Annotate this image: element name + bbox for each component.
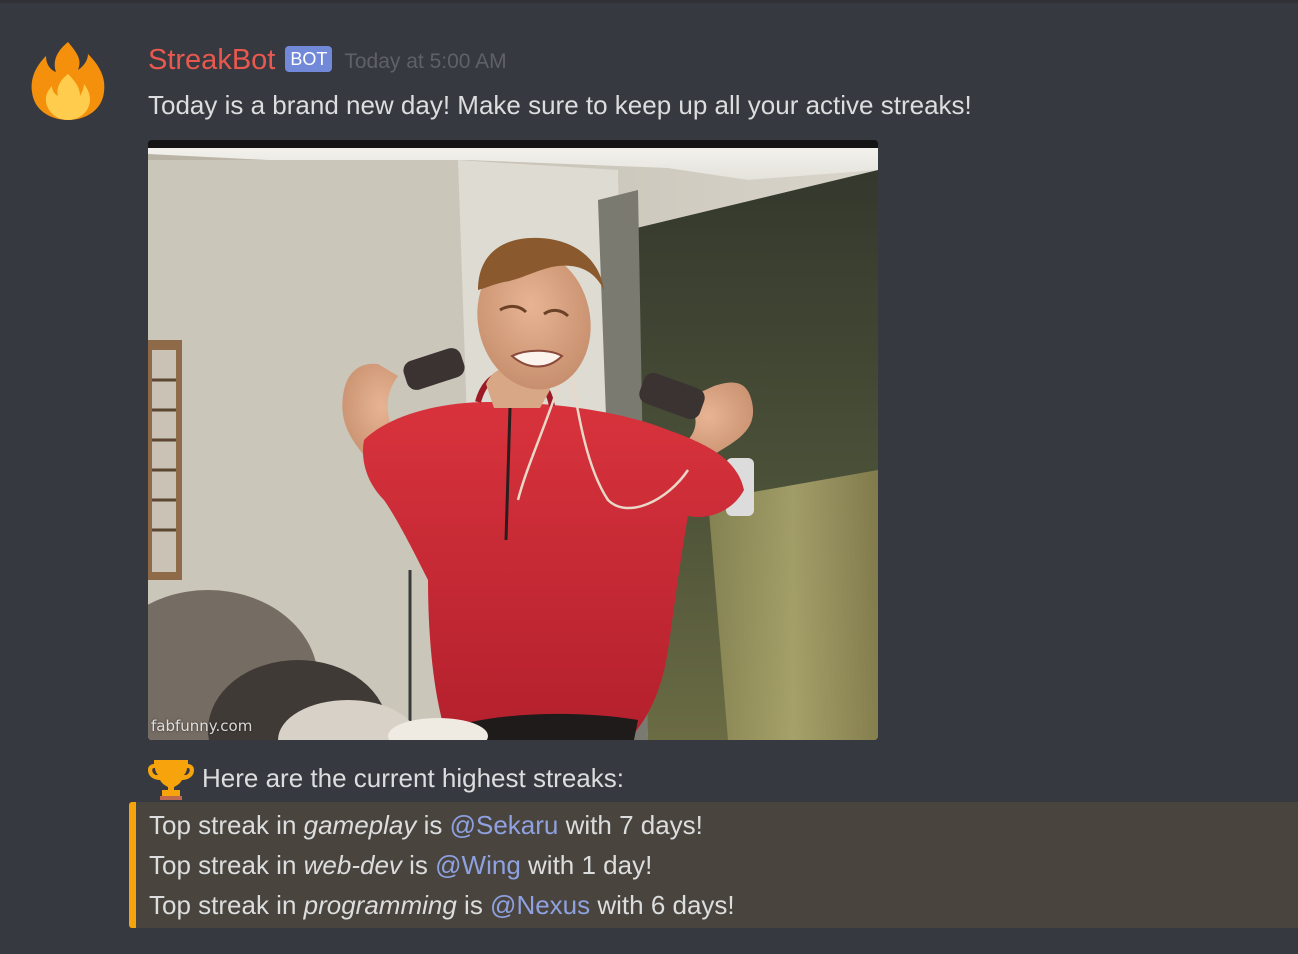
streak-suffix: with 7 days! xyxy=(558,810,703,840)
user-mention-nexus[interactable]: @Nexus xyxy=(490,890,590,920)
streak-row-gameplay: Top streak in gameplay is @Sekaru with 7… xyxy=(149,810,703,841)
channel-name: programming xyxy=(303,890,457,920)
message-content: Today is a brand new day! Make sure to k… xyxy=(148,90,972,120)
gif-scene-image xyxy=(148,140,878,740)
streak-is: is xyxy=(401,850,436,880)
streak-prefix: Top streak in xyxy=(149,810,304,840)
channel-name: gameplay xyxy=(303,810,417,840)
username[interactable]: StreakBot xyxy=(148,44,275,77)
streak-prefix: Top streak in xyxy=(149,890,304,920)
gif-watermark: fabfunny.com xyxy=(151,717,253,735)
timestamp[interactable]: Today at 5:00 AM xyxy=(344,50,506,74)
streak-row-web-dev: Top streak in web-dev is @Wing with 1 da… xyxy=(149,850,652,881)
fire-icon[interactable] xyxy=(26,38,110,122)
streaks-intro-text: Here are the current highest streaks: xyxy=(202,762,624,793)
gif-embed[interactable]: fabfunny.com xyxy=(148,140,878,740)
streak-suffix: with 1 day! xyxy=(520,850,653,880)
streaks-intro: Here are the current highest streaks: xyxy=(148,756,624,800)
streak-prefix: Top streak in xyxy=(149,850,304,880)
streak-is: is xyxy=(416,810,450,840)
streak-suffix: with 6 days! xyxy=(590,890,735,920)
message-header: StreakBot BOT Today at 5:00 AM xyxy=(148,40,507,80)
bot-badge: BOT xyxy=(285,46,333,72)
streaks-quote-block: Top streak in gameplay is @Sekaru with 7… xyxy=(129,802,1298,928)
trophy-icon xyxy=(148,760,194,800)
streak-row-programming: Top streak in programming is @Nexus with… xyxy=(149,890,735,921)
chat-message: StreakBot BOT Today at 5:00 AM Today is … xyxy=(0,0,1298,954)
user-mention-sekaru[interactable]: @Sekaru xyxy=(450,810,559,840)
streak-is: is xyxy=(456,890,491,920)
user-mention-wing[interactable]: @Wing xyxy=(435,850,521,880)
channel-name: web-dev xyxy=(303,850,402,880)
